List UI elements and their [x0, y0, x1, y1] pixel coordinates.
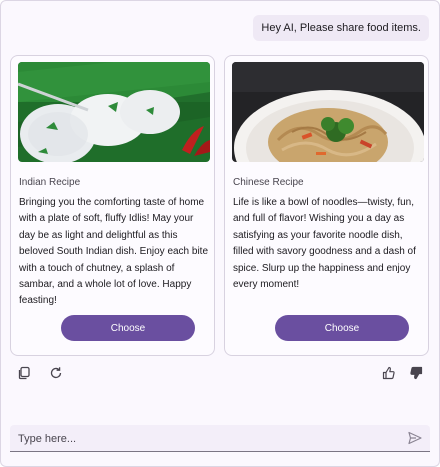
recipe-card-indian: Indian Recipe Bringing you the comfortin…	[10, 55, 215, 356]
chat-window: Hey AI, Please share food items. Indian …	[0, 0, 440, 467]
recipe-card-chinese: Chinese Recipe Life is like a bowl of no…	[224, 55, 429, 356]
recipe-description: Life is like a bowl of noodles—twisty, f…	[233, 197, 416, 291]
refresh-icon[interactable]	[48, 365, 64, 381]
copy-icon[interactable]	[16, 365, 32, 381]
recipe-label: Indian Recipe	[19, 177, 81, 188]
choose-button-chinese[interactable]: Choose	[275, 315, 409, 341]
thumbs-up-icon[interactable]	[381, 365, 397, 381]
send-icon[interactable]	[408, 431, 422, 445]
thumbs-down-icon[interactable]	[408, 365, 424, 381]
noodles-image	[232, 62, 424, 162]
choose-button-indian[interactable]: Choose	[61, 315, 195, 341]
recipe-label: Chinese Recipe	[233, 177, 304, 188]
recipe-description: Bringing you the comforting taste of hom…	[19, 197, 209, 307]
message-composer	[10, 425, 430, 452]
idli-image	[18, 62, 210, 162]
user-message-bubble: Hey AI, Please share food items.	[253, 15, 429, 41]
message-input[interactable]	[16, 429, 400, 449]
